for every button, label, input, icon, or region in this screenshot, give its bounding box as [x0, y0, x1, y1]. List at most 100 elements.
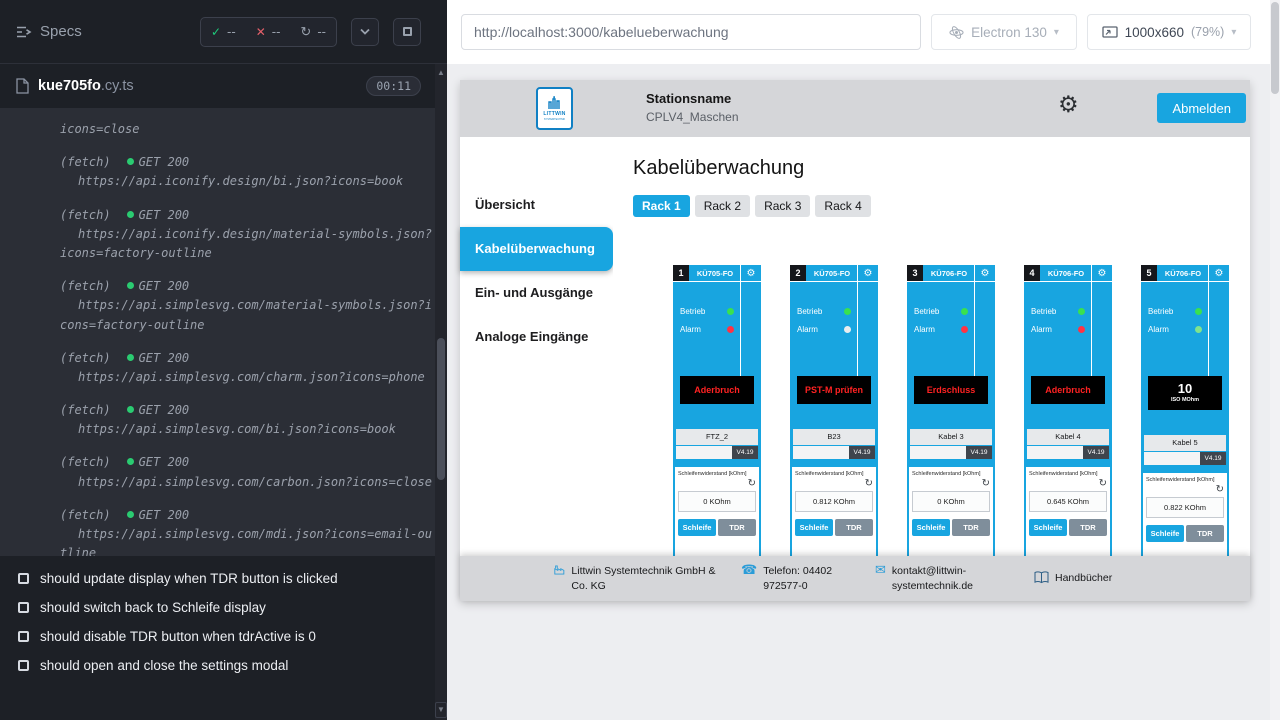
book-icon [1034, 571, 1049, 584]
nav-item-analoge-eingaenge[interactable]: Analoge Eingänge [460, 315, 613, 359]
runner-scrollbar[interactable]: ▲ ▼ [435, 64, 447, 720]
log-entry[interactable]: (fetch)GET 200 https://api.iconify.desig… [60, 206, 439, 264]
settings-gear-icon[interactable]: ⚙ [1058, 92, 1079, 118]
email-address: kontakt@littwin-systemtechnik.de [892, 564, 973, 592]
viewport-size: 1000x660 [1125, 25, 1184, 40]
fetch-label: (fetch) [60, 351, 111, 365]
tdr-button[interactable]: TDR [835, 519, 873, 536]
cable-name: Kabel 4 [1027, 429, 1109, 445]
footer-company: Littwin Systemtechnik GmbH & Co. KG [554, 564, 719, 592]
test-item[interactable]: should update display when TDR button is… [0, 564, 447, 593]
stop-button[interactable] [393, 18, 421, 46]
mail-icon: ✉ [875, 564, 886, 578]
measurement-label: Schleifenwiderstand [kOhm] [912, 471, 990, 477]
spec-filename[interactable]: kue705fo.cy.ts [38, 78, 134, 94]
scroll-up-icon[interactable]: ▲ [435, 66, 447, 80]
refresh-icon[interactable]: ↻ [1029, 477, 1107, 490]
tab-rack-1[interactable]: Rack 1 [633, 195, 690, 217]
card-settings-icon[interactable]: ⚙ [741, 265, 761, 281]
tab-rack-2[interactable]: Rack 2 [695, 195, 750, 217]
http-status: GET 200 [139, 455, 190, 469]
request-status-dot [127, 211, 134, 218]
log-entry[interactable]: (fetch)GET 200 https://api.simplesvg.com… [60, 277, 439, 335]
log-entry[interactable]: (fetch)GET 200 https://api.simplesvg.com… [60, 401, 439, 439]
card-settings-icon[interactable]: ⚙ [858, 265, 878, 281]
rack-tabs: Rack 1 Rack 2 Rack 3 Rack 4 [633, 195, 871, 217]
url-input[interactable] [461, 14, 921, 50]
collapse-button[interactable] [351, 18, 379, 46]
tab-rack-3[interactable]: Rack 3 [755, 195, 810, 217]
tdr-button[interactable]: TDR [718, 519, 756, 536]
log-entry[interactable]: icons=close [60, 120, 439, 139]
runner-toolbar: Specs ✓ -- ✕ -- ↻ -- [0, 0, 447, 64]
scrollbar-thumb[interactable] [437, 338, 445, 480]
stat-failed[interactable]: ✕ -- [246, 18, 291, 46]
card-settings-icon[interactable]: ⚙ [975, 265, 995, 281]
company-name: Littwin Systemtechnik GmbH & Co. KG [571, 564, 719, 592]
stat-passed[interactable]: ✓ -- [201, 18, 246, 46]
refresh-icon[interactable]: ↻ [912, 477, 990, 490]
test-item[interactable]: should open and close the settings modal [0, 651, 447, 680]
logout-button[interactable]: Abmelden [1157, 93, 1246, 123]
littwin-logo: LITTWIN SYSTEMTECHNIK [536, 87, 573, 130]
log-entry[interactable]: (fetch)GET 200 https://api.simplesvg.com… [60, 506, 439, 556]
card-divider [1208, 265, 1209, 376]
fetch-label: (fetch) [60, 508, 111, 522]
nav-item-uebersicht[interactable]: Übersicht [460, 183, 613, 227]
log-entry[interactable]: (fetch)GET 200 https://api.simplesvg.com… [60, 349, 439, 387]
test-item[interactable]: should switch back to Schleife display [0, 593, 447, 622]
card-model-label: KÜ705-FO [806, 265, 858, 281]
tdr-button[interactable]: TDR [1186, 525, 1224, 542]
display-text: 10 [1178, 382, 1192, 397]
pending-count: -- [317, 24, 326, 39]
schleife-button[interactable]: Schleife [1029, 519, 1067, 536]
nav-item-kabelueberwachung[interactable]: Kabelüberwachung [460, 227, 613, 271]
phone-number: Telefon: 04402 972577-0 [763, 564, 853, 592]
tdr-button[interactable]: TDR [1069, 519, 1107, 536]
status-display: Aderbruch [1031, 376, 1105, 404]
betrieb-label: Betrieb [797, 307, 822, 316]
test-item[interactable]: should disable TDR button when tdrActive… [0, 622, 447, 651]
card-settings-icon[interactable]: ⚙ [1209, 265, 1229, 281]
schleife-button[interactable]: Schleife [678, 519, 716, 536]
page-scrollbar[interactable] [1270, 0, 1280, 720]
footer-manuals[interactable]: Handbücher [1034, 571, 1112, 585]
version-spacer [676, 446, 732, 459]
device-cards: 1 KÜ705-FO ⚙ Betrieb Alarm Aderbruch [673, 265, 1229, 556]
nav-item-ein-und-ausgaenge[interactable]: Ein- und Ausgänge [460, 271, 613, 315]
measurement-panel: Schleifenwiderstand [kOhm] ↻ 0.822 KOhm … [1143, 473, 1227, 556]
refresh-icon[interactable]: ↻ [678, 477, 756, 490]
app-header: LITTWIN SYSTEMTECHNIK Stationsname CPLV4… [460, 80, 1250, 137]
footer-email[interactable]: ✉ kontakt@littwin-systemtechnik.de [875, 564, 970, 592]
electron-icon [949, 25, 964, 40]
betrieb-led [1195, 308, 1202, 315]
version-spacer [910, 446, 966, 459]
schleife-button[interactable]: Schleife [912, 519, 950, 536]
alarm-label: Alarm [914, 325, 935, 334]
refresh-icon[interactable]: ↻ [1146, 483, 1224, 496]
firmware-version: V4.19 [1083, 446, 1109, 459]
tdr-button[interactable]: TDR [952, 519, 990, 536]
refresh-icon[interactable]: ↻ [795, 477, 873, 490]
log-url: https://api.iconify.design/material-symb… [60, 225, 439, 263]
scroll-down-icon[interactable]: ▼ [435, 702, 447, 718]
phone-icon: ☎ [741, 564, 757, 578]
measurement-label: Schleifenwiderstand [kOhm] [1146, 477, 1224, 483]
schleife-button[interactable]: Schleife [1146, 525, 1184, 542]
card-settings-icon[interactable]: ⚙ [1092, 265, 1112, 281]
status-display: Erdschluss [914, 376, 988, 404]
betrieb-led [1078, 308, 1085, 315]
stat-pending[interactable]: ↻ -- [290, 18, 336, 46]
log-entry[interactable]: (fetch)GET 200 https://api.iconify.desig… [60, 153, 439, 191]
viewport-select[interactable]: 1000x660 (79%) ▾ [1087, 14, 1251, 50]
device-card-2: 2 KÜ705-FO ⚙ Betrieb Alarm PST-M prüfen [790, 265, 878, 556]
chevron-down-icon [359, 28, 371, 36]
scrollbar-thumb[interactable] [1271, 2, 1279, 94]
schleife-button[interactable]: Schleife [795, 519, 833, 536]
log-entry[interactable]: (fetch)GET 200 https://api.simplesvg.com… [60, 453, 439, 491]
browser-select[interactable]: Electron 130 ▾ [931, 14, 1077, 50]
logo-text: LITTWIN [543, 111, 565, 117]
firmware-version: V4.19 [966, 446, 992, 459]
tab-rack-4[interactable]: Rack 4 [815, 195, 870, 217]
specs-toggle-button[interactable]: Specs [16, 23, 82, 40]
